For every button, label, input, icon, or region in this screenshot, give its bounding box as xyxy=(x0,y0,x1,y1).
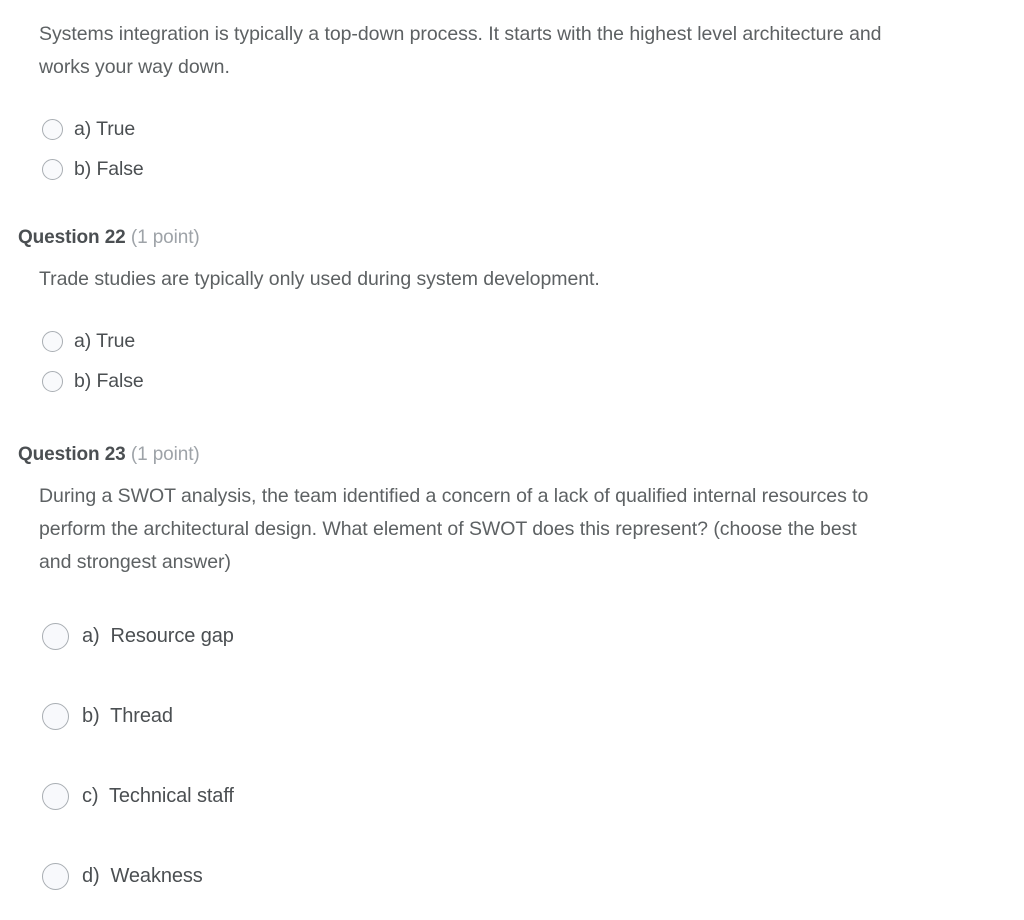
radio-button-icon[interactable] xyxy=(42,702,69,730)
answer-label: a) True xyxy=(74,330,136,352)
answer-label: b) False xyxy=(74,370,144,392)
answer-option-a[interactable]: a) Resource gap xyxy=(42,621,1024,651)
quiz-page: Systems integration is typically a top-d… xyxy=(0,0,1024,920)
answer-option-a[interactable]: a) True xyxy=(42,321,1024,361)
answer-label: c) Technical staff xyxy=(82,785,234,807)
question-header: Question 23 (1 point) xyxy=(0,443,1024,467)
question-points-label: (1 point) xyxy=(130,227,200,248)
answer-options-q21: a) True b) False xyxy=(0,109,1024,189)
answer-option-b[interactable]: b) Thread xyxy=(42,701,1024,731)
radio-button-icon[interactable] xyxy=(42,118,63,140)
question-points-label: (1 point) xyxy=(130,444,200,465)
question-header: Question 22 (1 point) xyxy=(0,226,1024,250)
answer-option-a[interactable]: a) True xyxy=(42,109,1024,149)
question-block-q22: Question 22 (1 point) Trade studies are … xyxy=(0,226,1024,401)
answer-option-b[interactable]: b) False xyxy=(42,149,1024,189)
answer-label: b) Thread xyxy=(82,705,173,727)
answer-options-q23: a) Resource gap b) Thread c) Technical s… xyxy=(0,621,1024,891)
answer-option-b[interactable]: b) False xyxy=(42,361,1024,401)
answer-option-d[interactable]: d) Weakness xyxy=(42,861,1024,891)
question-text: Trade studies are typically only used du… xyxy=(39,268,600,290)
answer-label: a) Resource gap xyxy=(82,625,234,647)
question-block-q23: Question 23 (1 point) During a SWOT anal… xyxy=(0,443,1024,891)
question-block-q21: Systems integration is typically a top-d… xyxy=(0,0,1024,189)
answer-label: d) Weakness xyxy=(82,865,203,887)
question-text: Systems integration is typically a top-d… xyxy=(39,23,882,78)
answer-label: b) False xyxy=(74,158,144,180)
radio-button-icon[interactable] xyxy=(42,370,63,392)
answer-label: a) True xyxy=(74,118,136,140)
question-text: During a SWOT analysis, the team identif… xyxy=(39,485,869,573)
radio-button-icon[interactable] xyxy=(42,862,69,890)
radio-button-icon[interactable] xyxy=(42,158,63,180)
radio-button-icon[interactable] xyxy=(42,622,69,650)
question-number-label: Question 23 xyxy=(18,444,126,465)
radio-button-icon[interactable] xyxy=(42,782,69,810)
answer-options-q22: a) True b) False xyxy=(0,321,1024,401)
answer-option-c[interactable]: c) Technical staff xyxy=(42,781,1024,811)
question-number-label: Question 22 xyxy=(18,227,126,248)
radio-button-icon[interactable] xyxy=(42,330,63,352)
